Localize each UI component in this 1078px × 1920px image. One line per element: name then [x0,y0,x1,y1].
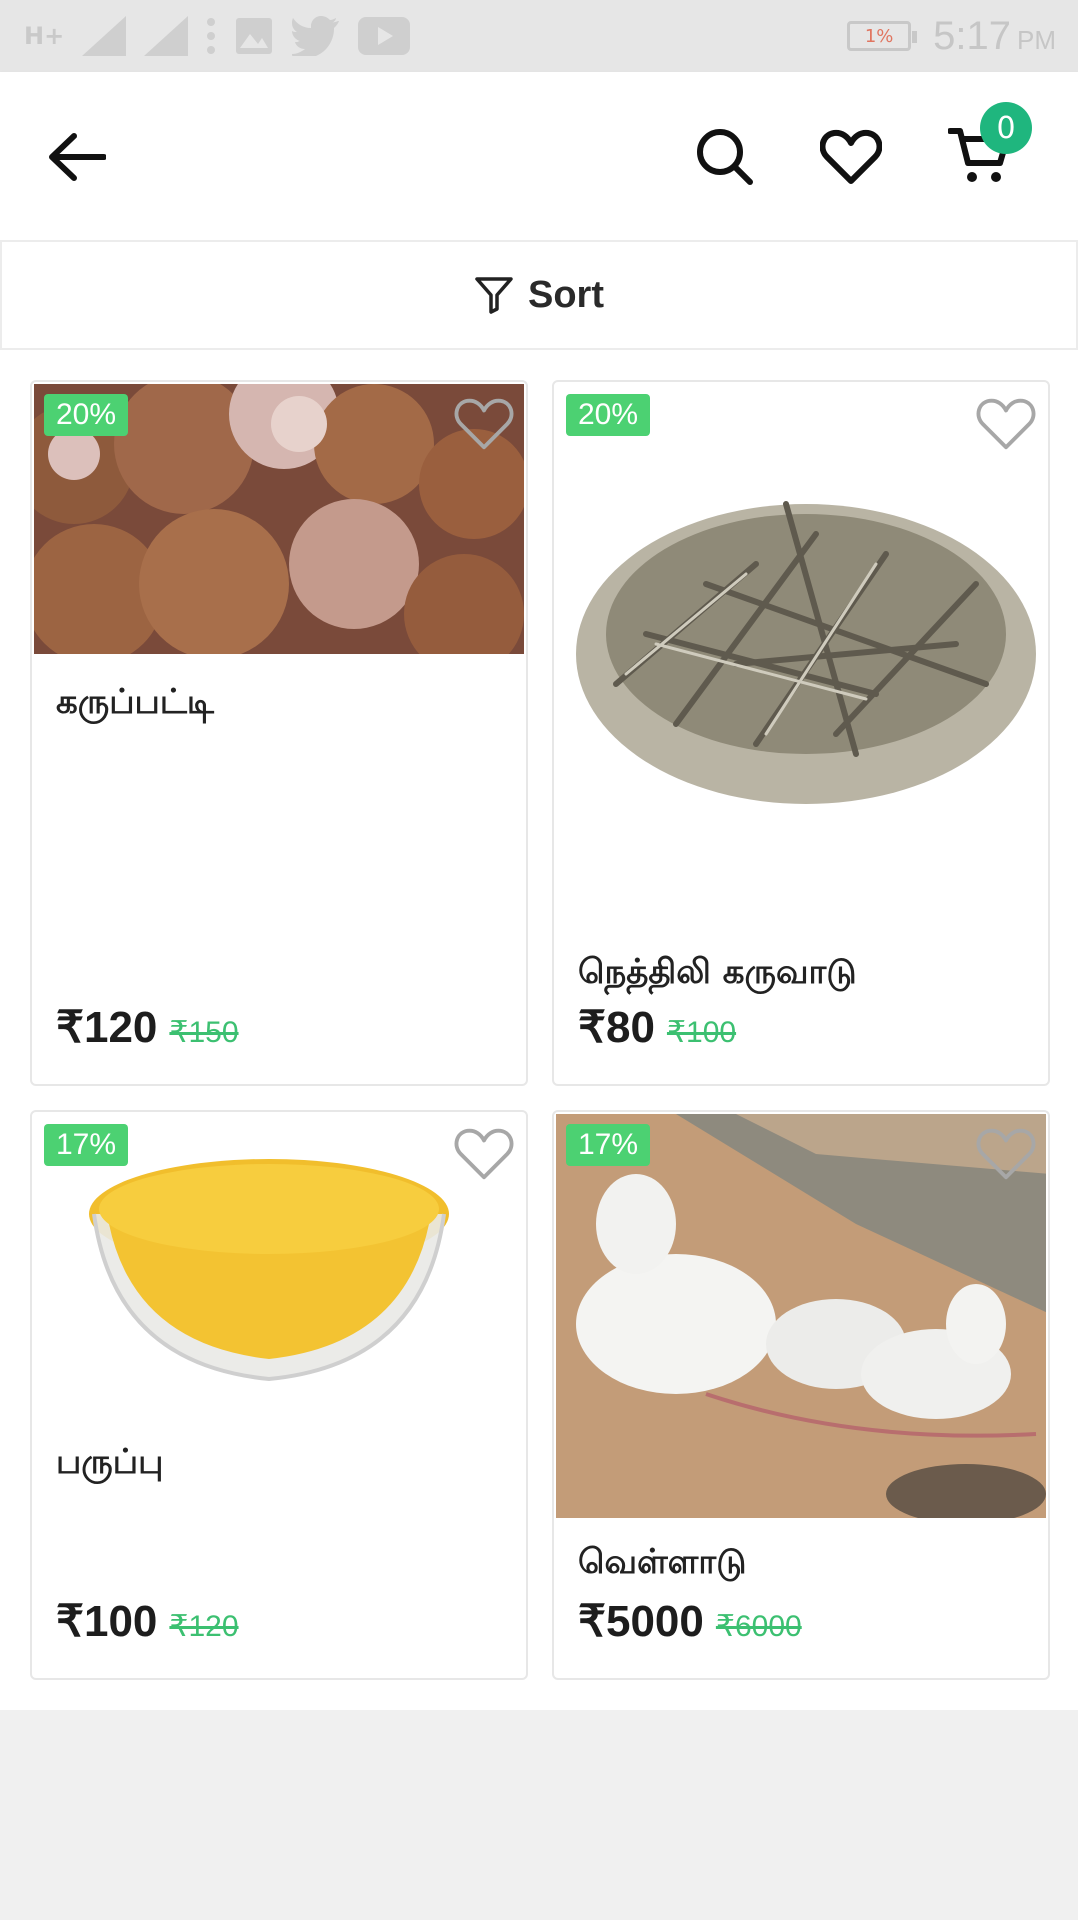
price-row: ₹5000 ₹6000 [578,1596,802,1647]
arrow-left-icon [49,133,106,181]
price-current: ₹100 [56,1597,158,1646]
price-row: ₹100 ₹120 [56,1596,239,1647]
more-vert-icon [207,18,216,54]
price-original: ₹120 [169,1610,239,1643]
product-name: கருப்பட்டி [56,682,214,722]
heart-outline-icon[interactable] [454,396,514,452]
app-bar: 0 [0,72,1078,240]
product-card[interactable]: 17% வெள்ளாடு ₹5000 ₹6000 [552,1110,1050,1680]
price-original: ₹6000 [715,1610,802,1643]
price-row: ₹80 ₹100 [578,1002,736,1053]
price-original: ₹100 [666,1016,737,1049]
network-type: H+ [24,22,65,50]
discount-badge: 17% [566,1124,651,1166]
heart-outline-icon[interactable] [454,1126,514,1182]
discount-badge: 20% [44,394,129,436]
product-image [556,1114,1046,1518]
sort-button[interactable]: Sort [0,240,1078,350]
clock: 5:17 PM [933,14,1056,59]
product-card[interactable]: 20% நெத்திலி கருவாடு ₹80 ₹100 [552,380,1050,1086]
heart-icon [820,129,882,184]
status-bar: H+ 1% 5:17 PM [0,0,1078,72]
wishlist-button[interactable] [816,122,886,192]
clock-time: 5:17 [933,13,1011,58]
gallery-icon [236,18,273,54]
battery-indicator: 1% [847,21,918,51]
twitter-icon [292,16,340,56]
youtube-icon [358,17,411,55]
signal-icon [82,16,127,56]
product-name: வெள்ளாடு [578,1542,747,1582]
discount-badge: 20% [566,394,651,436]
search-button[interactable] [690,122,760,192]
product-card[interactable]: 20% கருப்பட்டி ₹120 ₹150 [30,380,528,1086]
product-name: நெத்திலி கருவாடு [578,952,857,992]
sort-label: Sort [528,273,604,316]
price-current: ₹80 [578,1003,655,1052]
price-current: ₹5000 [578,1597,704,1646]
product-image [556,384,1046,914]
back-button[interactable] [42,122,112,192]
cart-count-badge: 0 [980,102,1032,154]
price-row: ₹120 ₹150 [56,1002,239,1053]
heart-outline-icon[interactable] [976,1126,1036,1182]
heart-outline-icon[interactable] [976,396,1036,452]
price-original: ₹150 [169,1016,239,1049]
battery-level: 1% [864,25,894,47]
filter-icon [475,277,513,314]
clock-ampm: PM [1017,24,1056,55]
price-current: ₹120 [56,1003,158,1052]
product-name: பருப்பு [56,1442,164,1482]
discount-badge: 17% [44,1124,129,1166]
signal-icon-2 [144,16,189,56]
search-icon [697,129,753,185]
product-card[interactable]: 17% பருப்பு ₹100 ₹120 [30,1110,528,1680]
